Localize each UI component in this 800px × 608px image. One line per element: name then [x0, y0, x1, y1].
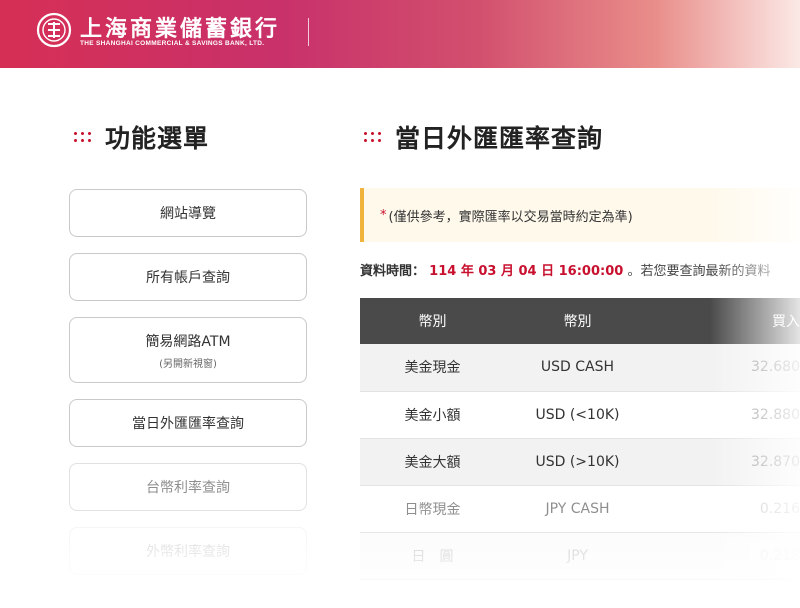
sidebar-title: 功能選單: [74, 119, 209, 155]
data-time-value: 114 年 03 月 04 日 16:00:00: [429, 264, 624, 279]
menu-item-fx-rates[interactable]: 當日外匯匯率查詢: [69, 399, 307, 447]
column-header[interactable]: 買入: [650, 298, 800, 344]
menu-item-web-atm[interactable]: 簡易網路ATM (另開新視窗): [69, 317, 307, 383]
buy-rate: 0.216: [650, 485, 800, 533]
menu-item-label: 簡易網路ATM: [145, 333, 231, 350]
buy-rate: 32.680: [650, 344, 800, 392]
data-timestamp: 資料時間： 114 年 03 月 04 日 16:00:00 。若您要查詢最新的…: [360, 260, 770, 279]
currency-code: JPY CASH: [505, 485, 650, 533]
currency-code: USD (>10K): [505, 438, 650, 486]
menu-item-label: 所有帳戶查詢: [146, 270, 230, 286]
notice-asterisk: *: [380, 207, 387, 223]
title-dots-icon: [74, 132, 91, 142]
buy-rate: 0.218: [650, 532, 800, 580]
page-title: 當日外匯匯率查詢: [364, 119, 603, 155]
brand-name-cn[interactable]: 上海商業儲蓄銀行: [80, 11, 280, 43]
menu-item-label: 網站導覽: [160, 206, 216, 222]
notice-text: (僅供參考，實際匯率以交易當時約定為準): [388, 209, 633, 225]
data-time-label: 資料時間：: [360, 264, 426, 279]
currency-code: USD (<10K): [505, 391, 650, 439]
currency-name-cn: 美金現金: [360, 344, 505, 392]
menu-item-site-guide[interactable]: 網站導覽: [69, 189, 307, 237]
site-header: 上海商業儲蓄銀行 THE SHANGHAI COMMERCIAL & SAVIN…: [0, 0, 800, 68]
table-row: 美金現金 USD CASH 32.680: [360, 344, 800, 392]
currency-name-cn: 美金小額: [360, 391, 505, 439]
column-header[interactable]: 幣別: [360, 298, 505, 344]
menu-item-label: 台幣利率查詢: [146, 480, 230, 496]
brand-name-en: THE SHANGHAI COMMERCIAL & SAVINGS BANK, …: [80, 40, 265, 47]
table-row: 日 圓 JPY 0.218: [360, 532, 800, 580]
menu-item-fx-deposit-rates[interactable]: 外幣利率查詢: [69, 527, 307, 575]
menu-item-twd-rates[interactable]: 台幣利率查詢: [69, 463, 307, 511]
currency-code: JPY: [505, 532, 650, 580]
buy-rate: 32.870: [650, 438, 800, 486]
fx-rate-table: 幣別 幣別 買入 美金現金 USD CASH 32.680 美金小額 USD (…: [360, 298, 800, 580]
column-header[interactable]: 幣別: [505, 298, 650, 344]
menu-item-all-accounts[interactable]: 所有帳戶查詢: [69, 253, 307, 301]
header-divider: [308, 18, 309, 46]
table-row: 美金小額 USD (<10K) 32.880: [360, 391, 800, 439]
menu-item-label: 外幣利率查詢: [146, 544, 230, 560]
currency-name-cn: 美金大額: [360, 438, 505, 486]
bank-seal-icon[interactable]: [36, 12, 72, 48]
menu-item-label: 當日外匯匯率查詢: [132, 416, 244, 432]
data-time-note: 。若您要查詢最新的資料: [627, 264, 771, 279]
table-header-row: 幣別 幣別 買入: [360, 298, 800, 344]
buy-rate: 32.880: [650, 391, 800, 439]
currency-name-cn: 日 圓: [360, 532, 505, 580]
table-row: 日幣現金 JPY CASH 0.216: [360, 485, 800, 533]
menu-item-sublabel: (另開新視窗): [159, 358, 217, 370]
currency-code: USD CASH: [505, 344, 650, 392]
title-dots-icon: [364, 132, 381, 142]
table-row: 美金大額 USD (>10K) 32.870: [360, 438, 800, 486]
currency-name-cn: 日幣現金: [360, 485, 505, 533]
disclaimer-notice: * (僅供參考，實際匯率以交易當時約定為準): [360, 188, 800, 242]
